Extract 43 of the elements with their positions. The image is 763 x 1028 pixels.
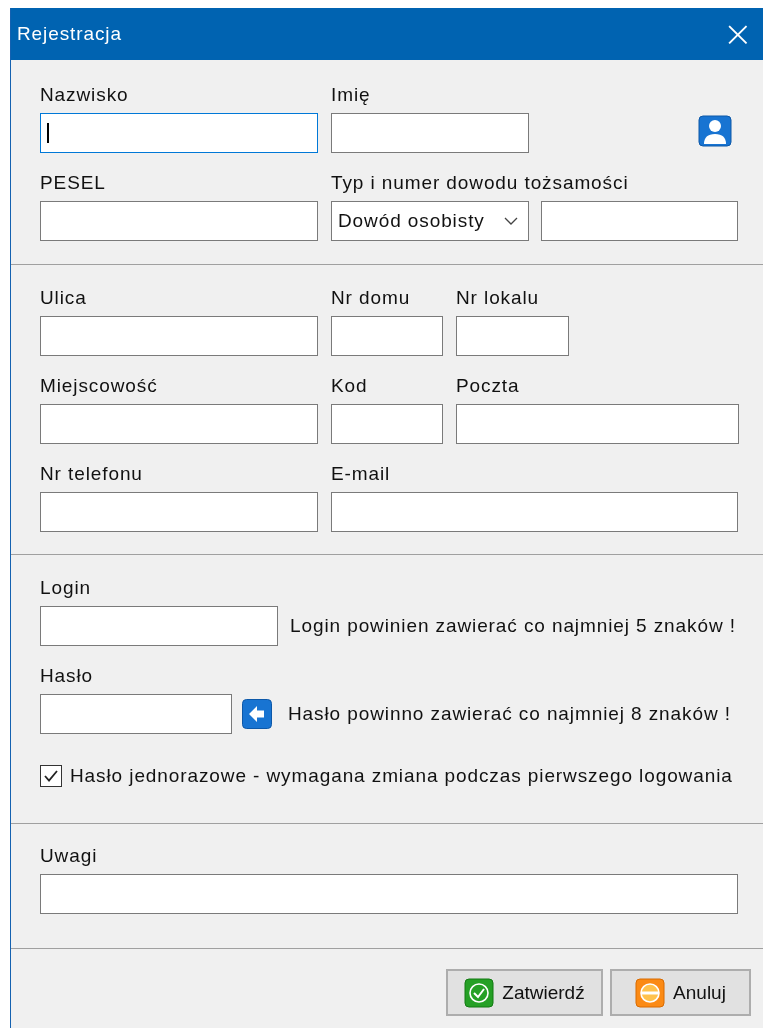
text-field[interactable] [40, 404, 318, 444]
text-field[interactable] [331, 492, 738, 532]
close-button[interactable]: × [712, 14, 763, 54]
arrow-left-icon[interactable] [242, 699, 272, 729]
text-field[interactable] [541, 201, 738, 241]
text-field[interactable] [331, 113, 529, 153]
checkbox[interactable] [40, 765, 62, 787]
document-type-dropdown[interactable]: Dowód osobisty [331, 201, 529, 241]
field-label: Ulica [40, 286, 88, 310]
text-field[interactable] [40, 316, 318, 356]
checkbox-label: Hasło jednorazowe - wymagana zmiana podczas pierwszego logowania [70, 765, 733, 787]
field-label: Nr telefonu [40, 462, 144, 486]
text-field[interactable] [331, 316, 443, 356]
text-field[interactable] [331, 404, 443, 444]
person-icon[interactable] [698, 115, 732, 147]
field-label: Login [40, 576, 92, 600]
hint-text: Hasło powinno zawierać co najmniej 8 znaków ! [288, 703, 731, 725]
field-label: Uwagi [40, 844, 99, 868]
field-label: Miejscowość [40, 374, 159, 398]
check-icon [464, 977, 495, 1008]
field-label: Kod [331, 374, 369, 398]
text-field[interactable] [40, 606, 278, 646]
text-field[interactable] [40, 492, 318, 532]
text-field[interactable] [456, 316, 569, 356]
password-field[interactable] [40, 694, 232, 734]
field-label: Hasło [40, 664, 95, 688]
text-field[interactable] [40, 113, 318, 153]
field-label: Nr lokalu [456, 286, 541, 310]
window-title: Rejestracja [17, 23, 122, 45]
confirm-button[interactable]: Zatwierdź [446, 969, 603, 1016]
text-field[interactable] [40, 201, 318, 241]
chevron-down-icon [504, 217, 518, 225]
hint-text: Login powinien zawierać co najmniej 5 znaków ! [290, 615, 736, 637]
field-label: E-mail [331, 462, 392, 486]
field-label: Nazwisko [40, 83, 130, 107]
field-label: Nr domu [331, 286, 412, 310]
field-label: Imię [331, 83, 372, 107]
text-field[interactable] [456, 404, 739, 444]
text-field[interactable] [40, 874, 738, 914]
field-label: Poczta [456, 374, 521, 398]
field-label: Typ i numer dowodu tożsamości [331, 171, 630, 195]
cancel-button[interactable]: Anuluj [610, 969, 751, 1016]
field-label: PESEL [40, 171, 107, 195]
